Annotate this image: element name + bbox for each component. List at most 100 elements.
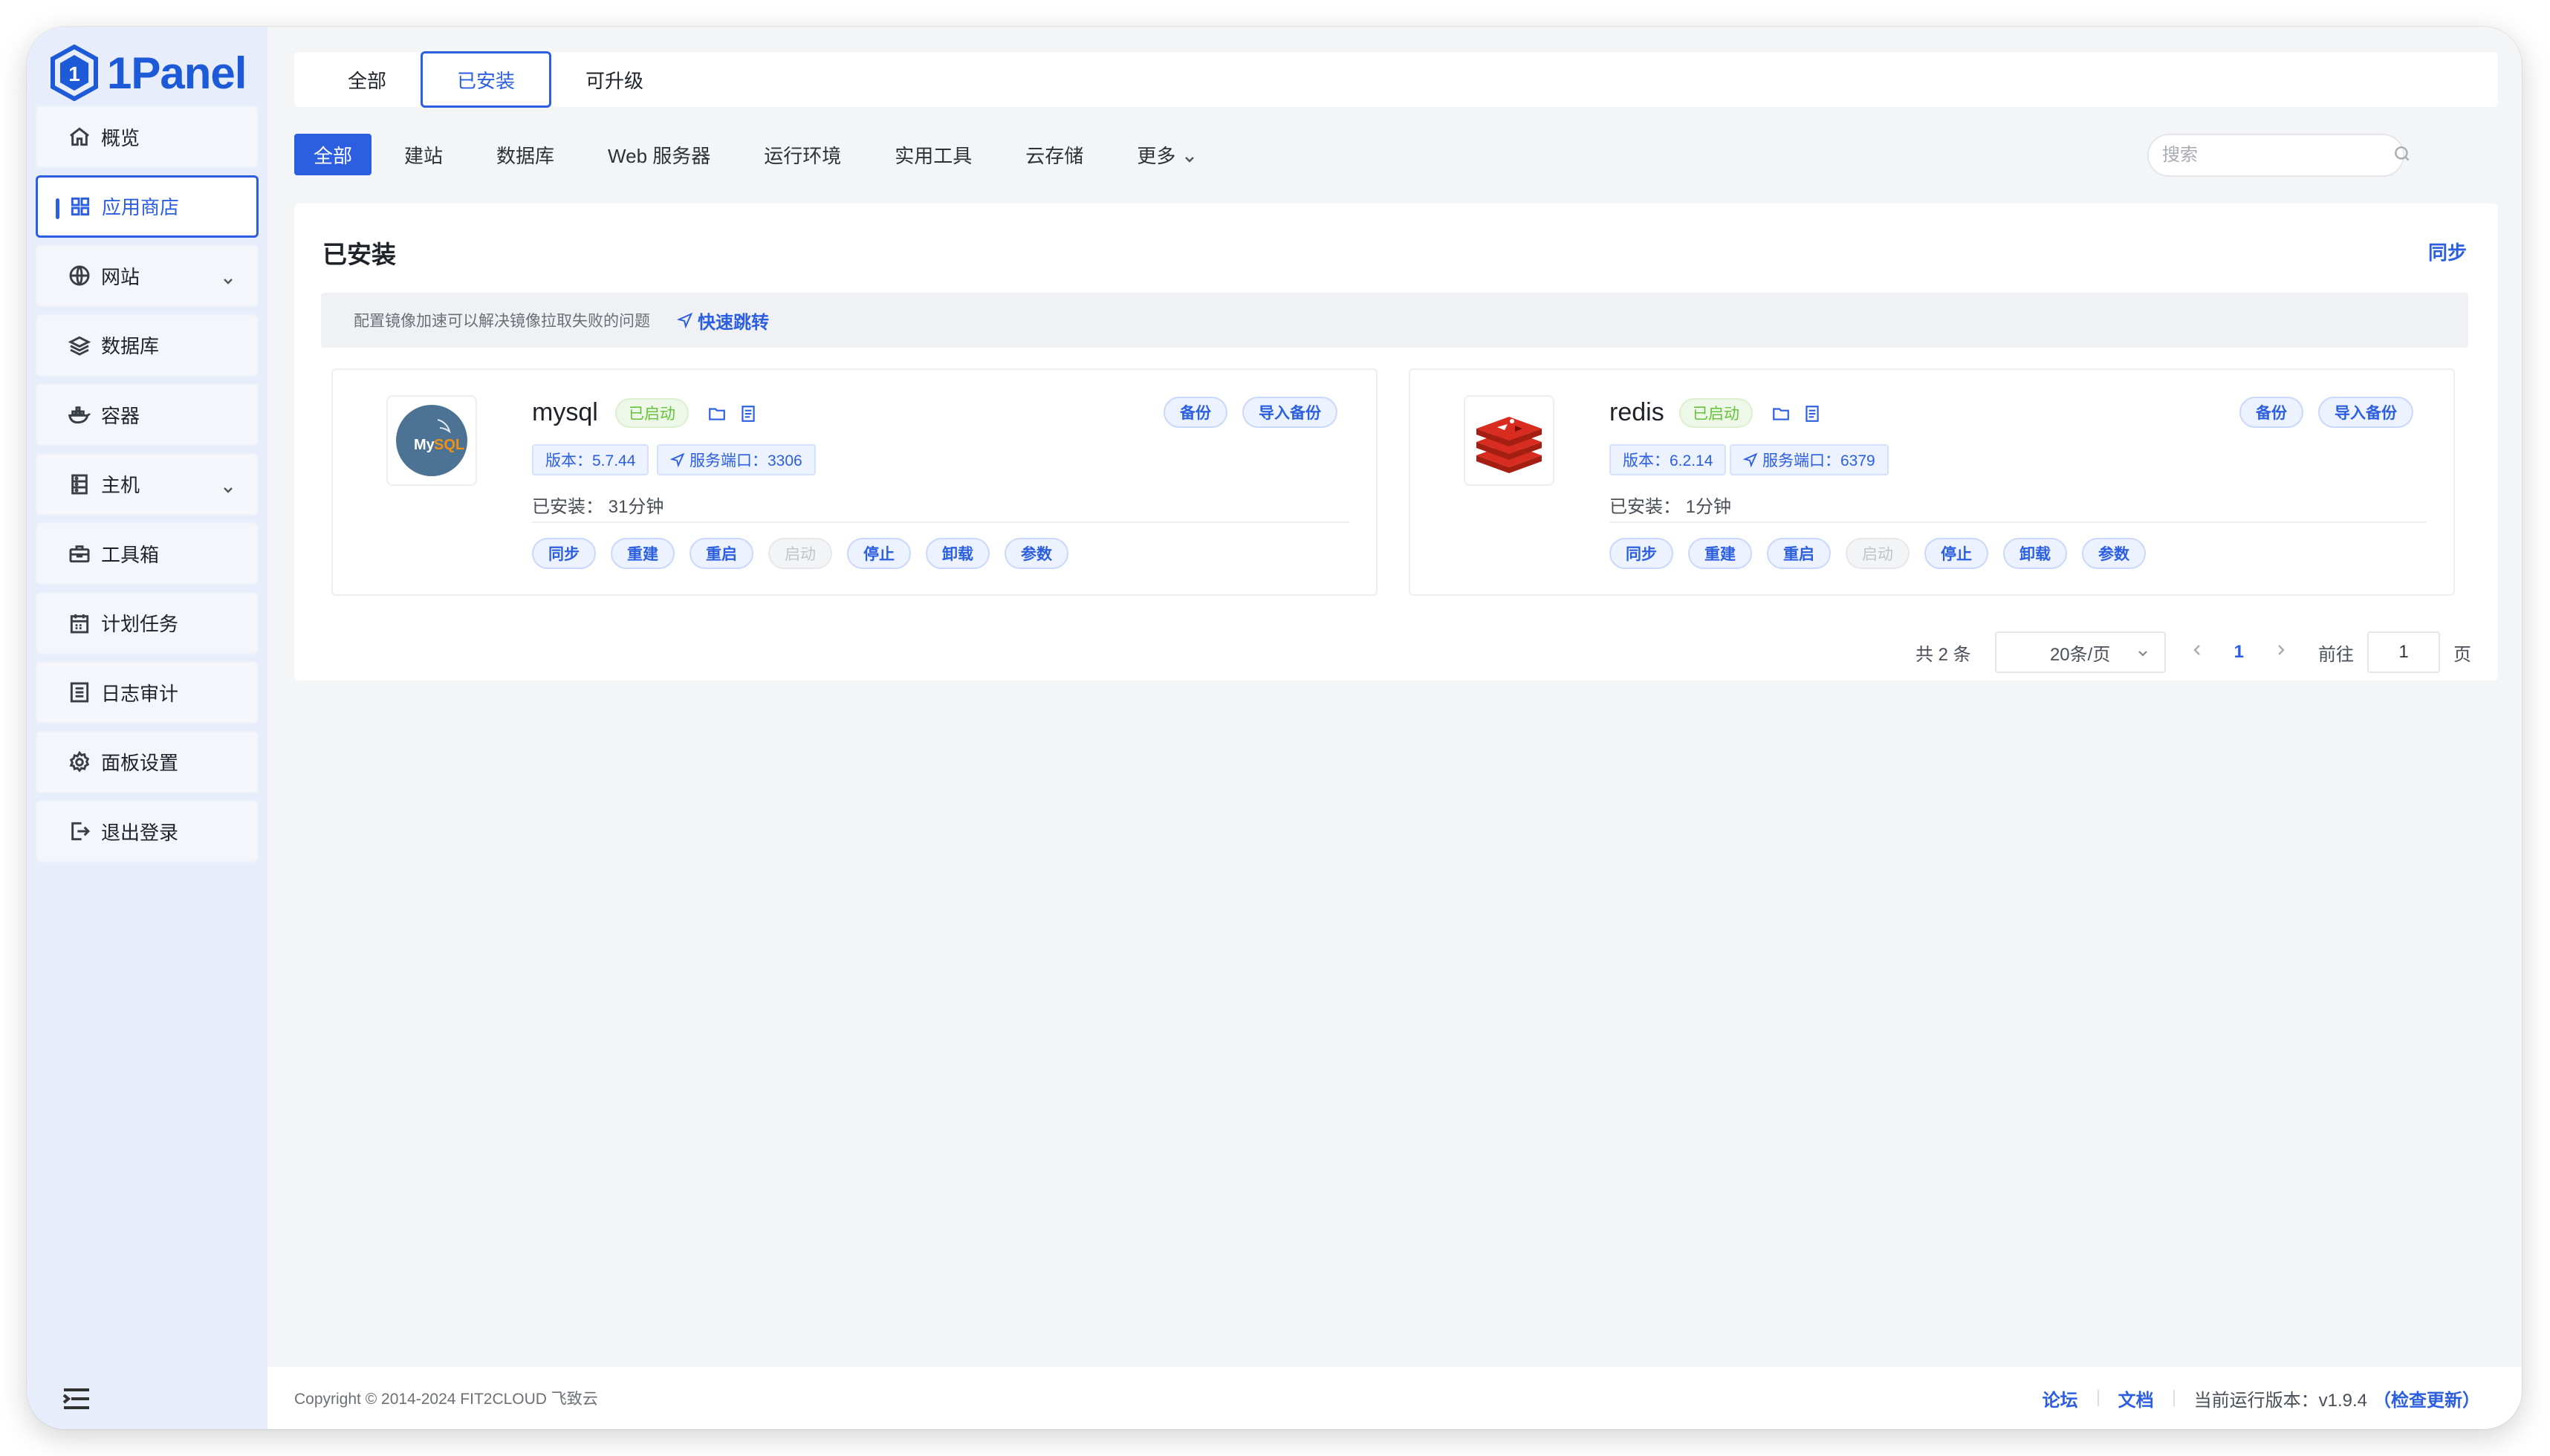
restart-button[interactable]: 重启 xyxy=(690,538,753,569)
sidebar-item-label: 概览 xyxy=(101,126,140,149)
status-badge: 已启动 xyxy=(1679,398,1753,428)
footer-divider xyxy=(2173,1390,2175,1406)
toolbox-icon xyxy=(67,541,92,566)
installed-time: 已安装： 1分钟 xyxy=(1609,497,1732,517)
next-page-icon[interactable] xyxy=(2274,642,2288,663)
category-more-dropdown[interactable]: 更多 xyxy=(1116,134,1217,175)
svg-text:1: 1 xyxy=(68,62,80,85)
import-backup-button[interactable]: 导入备份 xyxy=(2318,397,2413,428)
docs-link[interactable]: 文档 xyxy=(2118,1385,2154,1411)
sidebar-item-log-audit[interactable]: 日志审计 xyxy=(36,661,259,724)
sidebar: 1 1Panel 概览 应用商店 网站 数据库 容器 主机 工具箱 计划任务 日… xyxy=(27,27,267,1429)
collapse-menu-icon[interactable] xyxy=(62,1388,91,1410)
app-card-mysql: My SQL mysql 已启动 备份 导入备份 版本：5.7.44 服务端口：… xyxy=(331,368,1378,596)
category-all[interactable]: 全部 xyxy=(294,134,372,175)
sync-app-button[interactable]: 同步 xyxy=(532,538,596,569)
page-size-select[interactable]: 20条/页 xyxy=(1994,631,2166,673)
sidebar-item-overview[interactable]: 概览 xyxy=(36,105,259,168)
sidebar-item-label: 应用商店 xyxy=(102,196,180,218)
sidebar-item-host[interactable]: 主机 xyxy=(36,452,259,516)
sidebar-item-label: 退出登录 xyxy=(101,821,179,844)
footer-links: 论坛 文档 当前运行版本：v1.9.4 （检查更新） xyxy=(2043,1367,2480,1429)
sidebar-item-logout[interactable]: 退出登录 xyxy=(36,800,259,862)
category-tools[interactable]: 实用工具 xyxy=(874,134,993,175)
params-button[interactable]: 参数 xyxy=(2082,538,2146,569)
document-icon[interactable] xyxy=(1803,404,1822,423)
goto-page-input[interactable]: 1 xyxy=(2367,631,2440,673)
app-card-redis: redis 已启动 备份 导入备份 版本：6.2.14 服务端口：6379 已安… xyxy=(1409,368,2455,596)
app-name: mysql xyxy=(532,398,598,426)
tab-upgradable[interactable]: 可升级 xyxy=(551,52,678,107)
sync-app-button[interactable]: 同步 xyxy=(1609,538,1673,569)
navigation-arrow-icon xyxy=(1743,452,1758,467)
category-runtime[interactable]: 运行环境 xyxy=(743,134,862,175)
stop-button[interactable]: 停止 xyxy=(1924,538,1988,569)
sync-button[interactable]: 同步 xyxy=(2428,238,2467,265)
footer-divider xyxy=(2097,1390,2099,1406)
rebuild-button[interactable]: 重建 xyxy=(611,538,675,569)
sidebar-item-database[interactable]: 数据库 xyxy=(36,313,259,377)
sidebar-item-container[interactable]: 容器 xyxy=(36,383,259,446)
prev-page-icon[interactable] xyxy=(2190,642,2205,663)
folder-icon[interactable] xyxy=(1771,404,1791,423)
total-count: 共 2 条 xyxy=(1915,644,1971,665)
restart-button[interactable]: 重启 xyxy=(1767,538,1831,569)
category-database[interactable]: 数据库 xyxy=(476,134,575,175)
params-button[interactable]: 参数 xyxy=(1005,538,1068,569)
version-label: 当前运行版本：v1.9.4 xyxy=(2193,1390,2367,1411)
sidebar-item-label: 主机 xyxy=(101,474,140,496)
logout-icon xyxy=(67,819,92,844)
sidebar-item-settings[interactable]: 面板设置 xyxy=(36,730,259,793)
page-size-value: 20条/页 xyxy=(2049,644,2111,665)
search-icon[interactable] xyxy=(2392,144,2412,167)
category-cloud-storage[interactable]: 云存储 xyxy=(1005,134,1104,175)
tab-installed[interactable]: 已安装 xyxy=(421,51,552,108)
current-page[interactable]: 1 xyxy=(2234,642,2244,663)
sidebar-item-label: 容器 xyxy=(101,404,140,427)
category-web-server[interactable]: Web 服务器 xyxy=(587,134,731,175)
svg-text:My: My xyxy=(414,437,435,453)
navigation-arrow-icon xyxy=(677,312,693,328)
uninstall-button[interactable]: 卸载 xyxy=(2003,538,2067,569)
chevron-down-icon xyxy=(221,270,235,285)
sidebar-item-app-store[interactable]: 应用商店 xyxy=(36,175,259,238)
tab-all[interactable]: 全部 xyxy=(314,52,421,107)
sidebar-item-cron[interactable]: 计划任务 xyxy=(36,591,259,654)
quick-jump-link[interactable]: 快速跳转 xyxy=(677,308,769,334)
start-button[interactable]: 启动 xyxy=(1846,538,1910,569)
status-badge: 已启动 xyxy=(615,398,689,428)
globe-icon xyxy=(67,263,92,288)
chevron-down-icon xyxy=(1183,148,1196,163)
search-input[interactable] xyxy=(2162,145,2392,166)
import-backup-button[interactable]: 导入备份 xyxy=(1242,397,1337,428)
main-content: 全部 已安装 可升级 全部 建站 数据库 Web 服务器 运行环境 实用工具 云… xyxy=(267,27,2522,1429)
brand-logo[interactable]: 1 1Panel xyxy=(49,37,247,108)
rebuild-button[interactable]: 重建 xyxy=(1688,538,1752,569)
port-tag[interactable]: 服务端口：3306 xyxy=(657,444,816,475)
version-tag: 版本：5.7.44 xyxy=(532,444,649,475)
sidebar-item-toolbox[interactable]: 工具箱 xyxy=(36,522,259,585)
sidebar-item-label: 数据库 xyxy=(101,335,160,357)
folder-icon[interactable] xyxy=(707,404,727,423)
backup-button[interactable]: 备份 xyxy=(2239,397,2303,428)
backup-button[interactable]: 备份 xyxy=(1164,397,1227,428)
forum-link[interactable]: 论坛 xyxy=(2043,1385,2078,1411)
port-tag[interactable]: 服务端口：6379 xyxy=(1730,444,1889,475)
docker-whale-icon xyxy=(67,402,92,427)
app-name: redis xyxy=(1609,398,1664,426)
log-icon xyxy=(67,680,92,705)
category-website[interactable]: 建站 xyxy=(383,134,464,175)
uninstall-button[interactable]: 卸载 xyxy=(926,538,990,569)
start-button[interactable]: 启动 xyxy=(768,538,832,569)
gear-icon xyxy=(67,750,92,775)
document-icon[interactable] xyxy=(739,404,758,423)
stop-button[interactable]: 停止 xyxy=(847,538,911,569)
copyright-text: Copyright © 2014-2024 FIT2CLOUD 飞致云 xyxy=(294,1391,598,1408)
sidebar-item-label: 网站 xyxy=(101,265,140,288)
app-window: 1 1Panel 概览 应用商店 网站 数据库 容器 主机 工具箱 计划任务 日… xyxy=(27,27,2522,1429)
sidebar-item-website[interactable]: 网站 xyxy=(36,244,259,307)
sidebar-item-label: 计划任务 xyxy=(101,613,179,635)
page-unit: 页 xyxy=(2453,644,2471,665)
navigation-arrow-icon xyxy=(670,452,685,467)
check-update-link[interactable]: （检查更新） xyxy=(2373,1385,2480,1411)
